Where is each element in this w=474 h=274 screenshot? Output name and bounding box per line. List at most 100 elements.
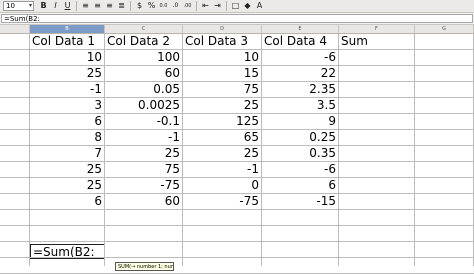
column-title-cell[interactable]: Col Data 4 [262, 34, 338, 49]
grid-line [261, 34, 262, 266]
add-decimal-button[interactable]: .0 [170, 1, 181, 11]
data-cell[interactable]: 25 [30, 66, 104, 81]
column-header-f[interactable]: F [339, 25, 415, 33]
data-cell[interactable]: 2.35 [262, 82, 338, 97]
data-cell[interactable]: 8 [30, 130, 104, 145]
column-header-a[interactable] [0, 25, 30, 33]
data-cell[interactable]: 25 [105, 146, 182, 161]
data-cell[interactable]: 0 [183, 178, 261, 193]
data-cell[interactable]: -1 [105, 130, 182, 145]
data-cell[interactable]: -1 [183, 162, 261, 177]
grid-line [0, 65, 474, 66]
function-tooltip: SUM(→ number 1; number 2; ... ) [115, 262, 174, 271]
data-cell[interactable]: -6 [262, 50, 338, 65]
data-cell[interactable]: 7 [30, 146, 104, 161]
spreadsheet-grid[interactable]: -15 -75 60 6 6 0 -75 25 -6 -1 75 25 0.35 25 25 7 0.25 65-… [0, 34, 474, 274]
decrease-indent-button[interactable]: ⇤ [200, 1, 211, 11]
toolbar-separator [226, 1, 227, 11]
font-size-select[interactable]: 10 ▾ [3, 1, 34, 11]
align-right-button[interactable]: ≡ [104, 1, 115, 11]
justify-button[interactable]: ≣ [116, 1, 127, 11]
column-header-c[interactable]: C [105, 25, 183, 33]
data-cell[interactable] [339, 98, 414, 113]
data-cell[interactable]: 25 [183, 146, 261, 161]
data-cell[interactable]: 75 [183, 82, 261, 97]
data-cell[interactable]: 100 [105, 50, 182, 65]
chevron-down-icon[interactable]: ▾ [29, 2, 32, 10]
number-format-button[interactable]: 0.0 [158, 1, 169, 11]
data-cell[interactable]: 6 [30, 114, 104, 129]
data-cell[interactable]: 0.35 [262, 146, 338, 161]
data-cell[interactable]: 75 [105, 162, 182, 177]
data-cell[interactable]: 65 [183, 130, 261, 145]
data-cell[interactable]: -6 [262, 162, 338, 177]
data-cell[interactable]: 3 [30, 98, 104, 113]
data-cell[interactable]: -0.1 [105, 114, 182, 129]
currency-format-button[interactable]: $ [134, 1, 145, 11]
data-cell[interactable]: 0.05 [105, 82, 182, 97]
remove-decimal-button[interactable]: .00 [182, 1, 193, 11]
data-cell[interactable]: 6 [262, 178, 338, 193]
grid-line [0, 193, 474, 194]
data-cell[interactable] [339, 66, 414, 81]
data-cell[interactable]: 60 [105, 66, 182, 81]
column-header-b[interactable]: B [30, 25, 105, 33]
background-color-button[interactable]: ◆ [242, 1, 253, 11]
data-cell[interactable]: 9 [262, 114, 338, 129]
data-cell[interactable]: 25 [183, 98, 261, 113]
column-title-cell[interactable]: Sum [339, 34, 414, 49]
column-header-bar: BCDEFG [0, 25, 474, 34]
toolbar-separator [196, 1, 197, 11]
data-cell[interactable]: 0.25 [262, 130, 338, 145]
column-title-cell[interactable]: Col Data 1 [30, 34, 104, 49]
data-cell[interactable]: 6 [30, 194, 104, 209]
data-cell[interactable]: 22 [262, 66, 338, 81]
data-cell[interactable] [339, 130, 414, 145]
data-cell[interactable]: 60 [105, 194, 182, 209]
column-header-d[interactable]: D [183, 25, 262, 33]
column-header-g[interactable]: G [415, 25, 474, 33]
data-cell[interactable] [339, 82, 414, 97]
data-cell[interactable]: 10 [183, 50, 261, 65]
formula-input[interactable]: =Sum(B2: [1, 14, 473, 23]
data-cell[interactable]: -75 [105, 178, 182, 193]
data-cell[interactable]: 25 [30, 178, 104, 193]
italic-button[interactable]: I [50, 1, 61, 11]
data-cell[interactable] [339, 50, 414, 65]
column-header-e[interactable]: E [262, 25, 339, 33]
font-color-button[interactable]: A [254, 1, 265, 11]
underline-button[interactable]: U [62, 1, 73, 11]
data-cell[interactable]: -75 [183, 194, 261, 209]
grid-line [0, 161, 474, 162]
column-title-cell[interactable]: Col Data 3 [183, 34, 261, 49]
grid-line [0, 241, 474, 242]
increase-indent-button[interactable]: ⇥ [212, 1, 223, 11]
data-cell[interactable] [339, 162, 414, 177]
column-title-cell[interactable]: Col Data 2 [105, 34, 182, 49]
data-cell[interactable]: 125 [183, 114, 261, 129]
bold-button[interactable]: B [38, 1, 49, 11]
font-size-value: 10 [6, 2, 15, 10]
data-cell[interactable]: 3.5 [262, 98, 338, 113]
toolbar-separator [76, 1, 77, 11]
data-cell[interactable] [339, 146, 414, 161]
data-cell[interactable] [339, 114, 414, 129]
data-cell[interactable]: -15 [262, 194, 338, 209]
data-cell[interactable] [339, 194, 414, 209]
data-cell[interactable]: 10 [30, 50, 104, 65]
grid-line [0, 97, 474, 98]
align-left-button[interactable]: ≡ [80, 1, 91, 11]
grid-line [0, 225, 474, 226]
align-center-button[interactable]: ≡ [92, 1, 103, 11]
grid-line [0, 129, 474, 130]
data-cell[interactable]: 25 [30, 162, 104, 177]
data-cell[interactable]: 0.0025 [105, 98, 182, 113]
borders-button[interactable]: □ [230, 1, 241, 11]
formula-bar: =Sum(B2: [0, 13, 474, 25]
data-cell[interactable]: -1 [30, 82, 104, 97]
formatting-toolbar: 10 ▾ B I U ≡ ≡ ≡ ≣ $% 0.0.0.00 ⇤ ⇥ □ ◆ A [0, 0, 474, 13]
grid-line [338, 34, 339, 266]
data-cell[interactable]: 15 [183, 66, 261, 81]
percent-format-button[interactable]: % [146, 1, 157, 11]
data-cell[interactable] [339, 178, 414, 193]
